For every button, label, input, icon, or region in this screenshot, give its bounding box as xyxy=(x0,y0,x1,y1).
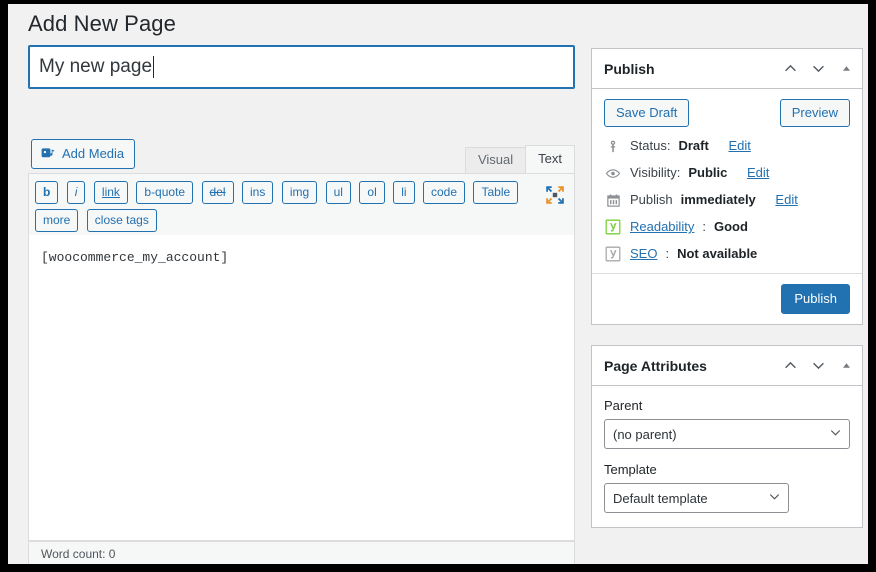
pin-icon xyxy=(604,139,622,154)
quicktag-close-tags[interactable]: close tags xyxy=(86,209,157,232)
page-attributes-metabox: Page Attributes Parent (no parent) Templ… xyxy=(591,345,863,528)
chevron-down-icon xyxy=(829,426,842,442)
chevron-up-icon[interactable] xyxy=(777,55,803,83)
word-count: Word count: 0 xyxy=(41,547,116,561)
publish-metabox-controls xyxy=(777,55,859,83)
quicktag-ul[interactable]: ul xyxy=(325,181,351,204)
publish-metabox-title: Publish xyxy=(604,60,655,77)
page-attributes-header: Page Attributes xyxy=(592,346,862,386)
quicktag-b-quote[interactable]: b-quote xyxy=(136,181,194,204)
publish-metabox: Publish Save Draft Preview Status: Draft… xyxy=(591,48,863,325)
chevron-down-icon[interactable] xyxy=(805,352,831,380)
distraction-free-icon[interactable] xyxy=(544,184,566,206)
visibility-label: Visibility: xyxy=(630,165,681,180)
seo-value: Not available xyxy=(677,246,758,261)
toggle-triangle-icon[interactable] xyxy=(833,352,859,380)
quicktag-more[interactable]: more xyxy=(35,209,79,232)
quicktag-i[interactable]: i xyxy=(66,181,86,204)
parent-select-value: (no parent) xyxy=(613,426,677,442)
save-draft-button[interactable]: Save Draft xyxy=(604,99,690,127)
editor-content: [woocommerce_my_account] xyxy=(41,250,229,265)
page-attributes-controls xyxy=(777,352,859,380)
page-attributes-title: Page Attributes xyxy=(604,357,707,374)
quicktag-ins[interactable]: ins xyxy=(242,181,274,204)
quicktag-li[interactable]: li xyxy=(393,181,415,204)
eye-icon xyxy=(604,166,622,181)
template-label: Template xyxy=(604,462,657,477)
publish-date-label: Publish xyxy=(630,192,673,207)
tab-text[interactable]: Text xyxy=(525,145,575,173)
toggle-triangle-icon[interactable] xyxy=(833,55,859,83)
add-media-button[interactable]: Add Media xyxy=(31,139,136,169)
seo-row: SEO: Not available xyxy=(604,246,850,262)
status-row: Status: Draft Edit xyxy=(604,138,850,154)
post-title-input[interactable]: My new page xyxy=(28,45,575,89)
yoast-readability-icon xyxy=(604,219,622,235)
scroll-gutter xyxy=(864,4,868,564)
media-buttons-row: Add Media Visual Text xyxy=(28,137,575,173)
publish-metabox-body: Save Draft Preview Status: Draft Edit Vi… xyxy=(592,89,862,262)
quicktag-code[interactable]: code xyxy=(423,181,466,204)
minor-publishing-actions: Save Draft Preview xyxy=(604,99,850,127)
visibility-row: Visibility: Public Edit xyxy=(604,165,850,181)
calendar-icon xyxy=(604,193,622,208)
template-select[interactable]: Default template xyxy=(604,483,789,513)
content-textarea[interactable]: [woocommerce_my_account] xyxy=(28,235,575,541)
parent-select[interactable]: (no parent) xyxy=(604,419,850,449)
readability-row: Readability: Good xyxy=(604,219,850,235)
editor-mode-tabs: Visual Text xyxy=(464,142,575,173)
chevron-down-icon[interactable] xyxy=(805,55,831,83)
chevron-up-icon[interactable] xyxy=(777,352,803,380)
seo-separator: : xyxy=(665,246,670,261)
template-select-value: Default template xyxy=(613,490,708,506)
post-title-value: My new page xyxy=(39,56,153,77)
status-label: Status: xyxy=(630,138,671,153)
parent-label: Parent xyxy=(604,398,643,413)
quicktags-toolbar: b i link b-quote del ins img ul ol li co… xyxy=(28,173,575,240)
chevron-down-icon xyxy=(768,490,781,506)
visibility-value: Public xyxy=(688,165,728,180)
status-edit-link[interactable]: Edit xyxy=(728,138,750,154)
quicktags-buttons: b i link b-quote del ins img ul ol li co… xyxy=(33,179,538,235)
wp-admin-page: Add New Page My new page Add Media Visua… xyxy=(8,4,868,564)
publish-date-edit-link[interactable]: Edit xyxy=(775,192,797,208)
publish-button[interactable]: Publish xyxy=(781,284,850,314)
publish-date-value: immediately xyxy=(680,192,756,207)
tab-visual[interactable]: Visual xyxy=(464,147,527,173)
page-attributes-body: Parent (no parent) Template Default temp… xyxy=(592,386,862,527)
readability-value: Good xyxy=(713,219,748,234)
visibility-edit-link[interactable]: Edit xyxy=(747,165,769,181)
quicktag-del[interactable]: del xyxy=(201,181,234,204)
readability-separator: : xyxy=(702,219,706,234)
seo-link[interactable]: SEO xyxy=(630,246,657,262)
quicktag-img[interactable]: img xyxy=(281,181,318,204)
page-title: Add New Page xyxy=(28,11,176,36)
yoast-seo-icon xyxy=(604,246,622,262)
media-icon xyxy=(40,146,56,162)
browser-viewport: Add New Page My new page Add Media Visua… xyxy=(8,4,868,564)
editor-column: My new page xyxy=(28,45,575,89)
preview-button[interactable]: Preview xyxy=(779,99,850,127)
publish-date-row: Publish immediately Edit xyxy=(604,192,850,208)
quicktag-table[interactable]: Table xyxy=(473,181,519,204)
add-media-label: Add Media xyxy=(62,146,125,161)
editor-status-bar: Word count: 0 xyxy=(28,541,575,564)
quicktag-b[interactable]: b xyxy=(35,181,59,204)
readability-link[interactable]: Readability xyxy=(630,219,694,235)
publish-metabox-header: Publish xyxy=(592,49,862,89)
sidebar-column: Publish Save Draft Preview Status: Draft… xyxy=(591,48,863,548)
quicktag-ol[interactable]: ol xyxy=(359,181,385,204)
quicktag-link[interactable]: link xyxy=(93,181,128,204)
major-publishing-actions: Publish xyxy=(592,273,862,324)
text-caret xyxy=(153,56,155,78)
status-value: Draft xyxy=(678,138,709,153)
